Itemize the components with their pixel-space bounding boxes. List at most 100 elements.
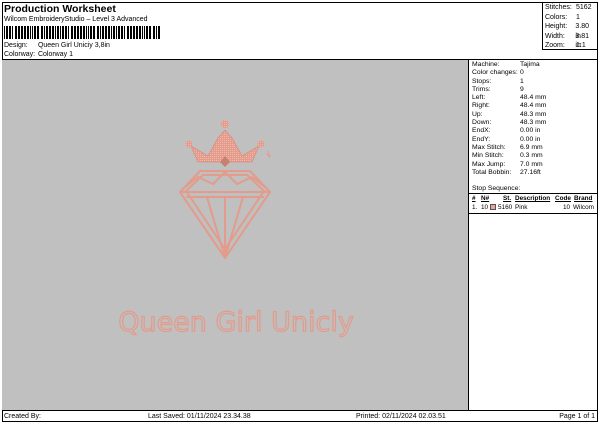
barcode-bar xyxy=(146,26,148,39)
barcode-bar xyxy=(77,26,79,39)
stat-height: Height: 3.80 in xyxy=(545,23,590,40)
barcode-bar xyxy=(15,26,17,39)
info-label: Stops: xyxy=(472,77,492,85)
barcode-bar xyxy=(24,26,26,39)
barcode-bar xyxy=(52,26,54,39)
info-value: 7.0 mm xyxy=(520,160,543,168)
info-label: Total Bobbin: xyxy=(472,168,512,176)
stop-sequence-header: # N# St. Description Code Brand xyxy=(469,194,598,203)
page-number: Page 1 of 1 xyxy=(559,413,595,420)
barcode-bar xyxy=(136,26,138,39)
barcode-bar xyxy=(144,26,145,39)
info-label: Up: xyxy=(472,110,483,118)
info-row: Stops: 1 xyxy=(469,78,598,86)
barcode-bar xyxy=(124,26,125,39)
design-name: Queen Girl Uniciy 3,8in xyxy=(37,42,110,49)
printed-date: Printed: 02/11/2024 02.03.51 xyxy=(356,413,446,420)
created-by: Created By: xyxy=(4,413,41,420)
barcode-bar xyxy=(111,26,112,39)
machine-info-panel: Machine: Tajima Color changes: 0 Stops: 1 Trim… xyxy=(468,60,598,410)
sparkle-icon xyxy=(265,149,272,159)
row-stitches: 5160 xyxy=(498,204,513,211)
stat-stitches: Stitches: 5162 xyxy=(545,4,592,11)
row-brand: Wilcom xyxy=(573,204,594,211)
barcode-bar xyxy=(60,26,61,39)
barcode-bar xyxy=(142,26,143,39)
barcode-bar xyxy=(90,26,92,39)
barcode-bar xyxy=(113,26,115,39)
barcode-bar xyxy=(88,26,89,39)
info-value: 6.9 mm xyxy=(520,143,543,151)
info-label: Color changes: xyxy=(472,69,518,77)
info-value: 48.3 mm xyxy=(520,119,547,127)
info-label: EndX: xyxy=(472,127,491,135)
row-stop: 1. xyxy=(472,204,478,211)
barcode-bar xyxy=(68,26,69,39)
stats-box: Stitches: 5162 Colors: 1 Height: 3.80 in Wi… xyxy=(542,2,598,50)
embroidery-design: Queen Girl Unicly xyxy=(118,120,354,339)
info-row: EndX: 0.00 in xyxy=(469,127,598,135)
info-row: Min Stitch: 0.3 mm xyxy=(469,152,598,160)
barcode-bar xyxy=(41,26,43,39)
barcode-bar xyxy=(130,26,132,39)
stat-width: Width: 3.81 in xyxy=(545,32,590,50)
info-row: Trims: 9 xyxy=(469,86,598,94)
row-description: Pink xyxy=(515,204,528,211)
info-value: 27.16ft xyxy=(520,168,541,176)
info-value: 0 xyxy=(520,69,524,77)
barcode-bar xyxy=(153,26,155,39)
barcode-bar xyxy=(102,26,104,39)
stat-colors: Colors: 1 xyxy=(545,13,580,21)
thread-swatch xyxy=(490,203,496,212)
crown-jewel-top xyxy=(221,120,229,128)
info-label: Trims: xyxy=(472,85,491,93)
col-stop: # xyxy=(472,195,476,202)
info-value: 9 xyxy=(520,85,524,93)
col-code: Code xyxy=(555,195,571,202)
barcode-bar xyxy=(27,26,29,39)
barcode-bar xyxy=(34,26,36,39)
info-value: 48.3 mm xyxy=(520,110,547,118)
barcode-bar xyxy=(21,26,23,39)
barcode-bar xyxy=(49,26,51,39)
info-value: 0.00 in xyxy=(520,127,541,135)
barcode-bar xyxy=(6,26,8,39)
design-label: Design: xyxy=(4,42,28,49)
barcode-bar xyxy=(149,26,151,39)
crown-jewel-left xyxy=(185,140,193,148)
barcode-bar xyxy=(9,26,11,39)
barcode-bar xyxy=(57,26,59,39)
col-stitches: St. xyxy=(503,195,512,202)
info-label: Down: xyxy=(472,119,492,127)
info-value: 0.3 mm xyxy=(520,152,543,160)
barcode xyxy=(4,26,180,39)
info-value: 48.4 mm xyxy=(520,102,547,110)
diamond-icon xyxy=(179,170,271,259)
barcode-bar xyxy=(86,26,87,39)
design-info: Design: Queen Girl Uniciy 3,8in xyxy=(4,42,110,49)
barcode-bar xyxy=(121,26,123,39)
info-value: Tajima xyxy=(520,61,540,68)
col-number: N# xyxy=(481,195,490,202)
info-label: Max Jump: xyxy=(472,160,506,168)
colorway-info: Colorway: Colorway 1 xyxy=(4,51,73,58)
barcode-bar xyxy=(158,26,160,39)
color-swatch-icon xyxy=(490,204,496,210)
stat-zoom: Zoom: 1:1 xyxy=(545,42,586,50)
row-number: 10 xyxy=(481,204,489,211)
info-label: Machine: xyxy=(472,61,500,68)
info-row: EndY: 0.00 in xyxy=(469,136,598,144)
design-text: Queen Girl Unicly xyxy=(118,307,354,338)
barcode-bar xyxy=(100,26,101,39)
barcode-bar xyxy=(108,26,110,39)
crown-jewel-right xyxy=(257,140,265,148)
row-code: 10 xyxy=(563,204,571,211)
barcode-bar xyxy=(116,26,117,39)
info-row: Up: 48.3 mm xyxy=(469,111,598,119)
info-value: 1 xyxy=(520,77,524,85)
stop-sequence-bottom xyxy=(469,213,598,214)
barcode-bar xyxy=(71,26,73,39)
table-row: 1. 10 5160 Pink 10 Wilcom xyxy=(469,203,598,212)
info-row: Right: 48.4 mm xyxy=(469,102,598,110)
barcode-bar xyxy=(44,26,45,39)
